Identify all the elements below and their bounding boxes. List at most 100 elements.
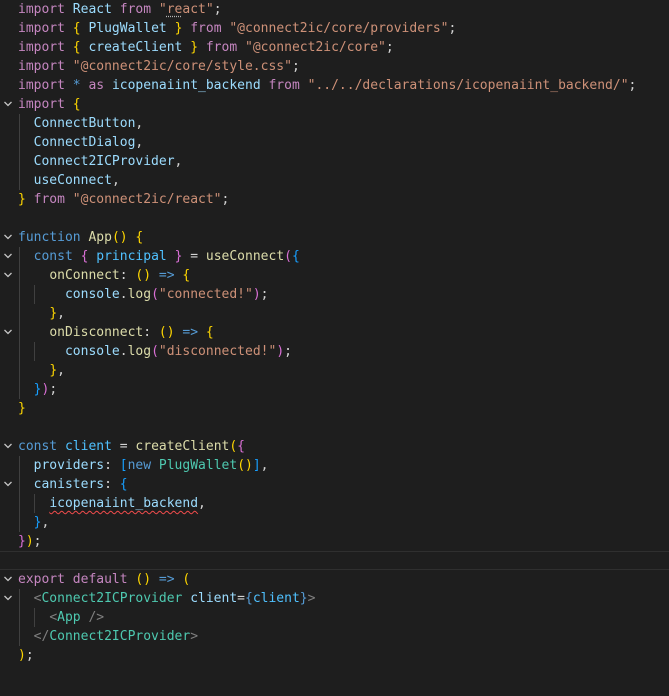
code-line[interactable]: canisters: { [0, 475, 669, 494]
code-line[interactable]: import React from "react"; [0, 0, 669, 19]
code-token: : [119, 268, 136, 283]
code-token: = [237, 591, 245, 606]
code-token: export [18, 572, 65, 587]
code-line[interactable]: import { createClient } from "@connect2i… [0, 38, 669, 57]
code-token: { [72, 97, 81, 112]
chevron-down-icon[interactable] [2, 589, 14, 608]
chevron-down-icon[interactable] [2, 570, 14, 589]
code-line[interactable] [0, 209, 669, 228]
code-token: "@connect2ic/core/providers" [229, 21, 449, 36]
code-token: } [18, 534, 26, 549]
code-line[interactable]: export default () => ( [0, 570, 669, 589]
code-line[interactable]: ); [0, 646, 669, 665]
code-token: new [127, 458, 152, 473]
code-token: Connect2ICProvider [49, 629, 191, 644]
code-line[interactable] [0, 551, 669, 570]
code-token: ( [151, 344, 159, 359]
code-line[interactable]: }, [0, 304, 669, 323]
code-text: icopenaiint_backend, [18, 494, 206, 513]
code-token: ConnectDialog [33, 135, 136, 150]
code-text: }, [18, 304, 65, 323]
code-token: "@connect2ic/core" [245, 40, 386, 55]
code-line[interactable]: console.log("connected!"); [0, 285, 669, 304]
code-line[interactable]: function App() { [0, 228, 669, 247]
code-token: from [268, 78, 300, 93]
code-line[interactable]: import { PlugWallet } from "@connect2ic/… [0, 19, 669, 38]
code-text: providers: [new PlugWallet()], [18, 456, 269, 475]
code-line[interactable]: import "@connect2ic/core/style.css"; [0, 57, 669, 76]
code-token: } [18, 401, 26, 416]
code-line[interactable]: <Connect2ICProvider client={client}> [0, 589, 669, 608]
code-line[interactable]: ConnectDialog, [0, 133, 669, 152]
code-token: onDisconnect [49, 325, 144, 340]
chevron-down-icon[interactable] [2, 475, 14, 494]
code-token: { [291, 249, 300, 264]
code-line[interactable]: <App /> [0, 608, 669, 627]
code-line[interactable]: ConnectButton, [0, 114, 669, 133]
code-line[interactable]: }, [0, 513, 669, 532]
chevron-down-icon[interactable] [2, 266, 14, 285]
code-text: import { PlugWallet } from "@connect2ic/… [18, 19, 456, 38]
code-token: App [88, 230, 112, 245]
code-token: re [166, 2, 183, 17]
code-line[interactable]: import { [0, 95, 669, 114]
code-line[interactable]: useConnect, [0, 171, 669, 190]
code-token: ( [182, 572, 191, 587]
code-line[interactable]: }); [0, 532, 669, 551]
code-line[interactable]: const { principal } = useConnect({ [0, 247, 669, 266]
chevron-down-icon[interactable] [2, 437, 14, 456]
code-token: , [198, 496, 206, 511]
code-token: ; [291, 59, 300, 74]
code-token: { [245, 591, 253, 606]
code-line[interactable]: } from "@connect2ic/react"; [0, 190, 669, 209]
code-editor[interactable]: import React from "react"; import { PlugW… [0, 0, 669, 696]
code-line[interactable]: import * as icopenaiint_backend from "..… [0, 76, 669, 95]
code-line[interactable]: console.log("disconnected!"); [0, 342, 669, 361]
code-text: }, [18, 361, 65, 380]
chevron-down-icon[interactable] [2, 95, 14, 114]
indent-guide [34, 608, 35, 627]
code-line[interactable]: const client = createClient({ [0, 437, 669, 456]
code-token: log [127, 287, 152, 302]
code-token: React [72, 2, 112, 17]
chevron-down-icon[interactable] [2, 247, 14, 266]
code-token: : [104, 458, 120, 473]
code-line[interactable]: onDisconnect: () => { [0, 323, 669, 342]
code-text: </Connect2ICProvider> [18, 627, 198, 646]
code-token: ; [260, 287, 269, 302]
code-line[interactable]: </Connect2ICProvider> [0, 627, 669, 646]
code-token: createClient [88, 40, 183, 55]
code-line[interactable]: }); [0, 380, 669, 399]
code-token: > [190, 629, 199, 644]
code-line[interactable]: } [0, 399, 669, 418]
code-token: ConnectButton [33, 116, 136, 131]
code-line[interactable] [0, 418, 669, 437]
code-line[interactable]: }, [0, 361, 669, 380]
code-line[interactable]: onConnect: () => { [0, 266, 669, 285]
code-token: , [135, 116, 144, 131]
code-token: ) [25, 534, 34, 549]
code-token: principal [96, 249, 167, 264]
code-line[interactable]: Connect2ICProvider, [0, 152, 669, 171]
indent-guide [19, 247, 20, 399]
chevron-down-icon[interactable] [2, 228, 14, 247]
code-token: "@connect2ic/core/style.css" [72, 59, 292, 74]
code-text: const { principal } = useConnect({ [18, 247, 300, 266]
code-token: "disconnected!" [158, 344, 277, 359]
code-line[interactable]: icopenaiint_backend, [0, 494, 669, 513]
code-token: client [64, 439, 112, 454]
chevron-down-icon[interactable] [2, 323, 14, 342]
code-line[interactable]: providers: [new PlugWallet()], [0, 456, 669, 475]
code-token: { [205, 325, 214, 340]
code-token: </ [33, 629, 50, 644]
